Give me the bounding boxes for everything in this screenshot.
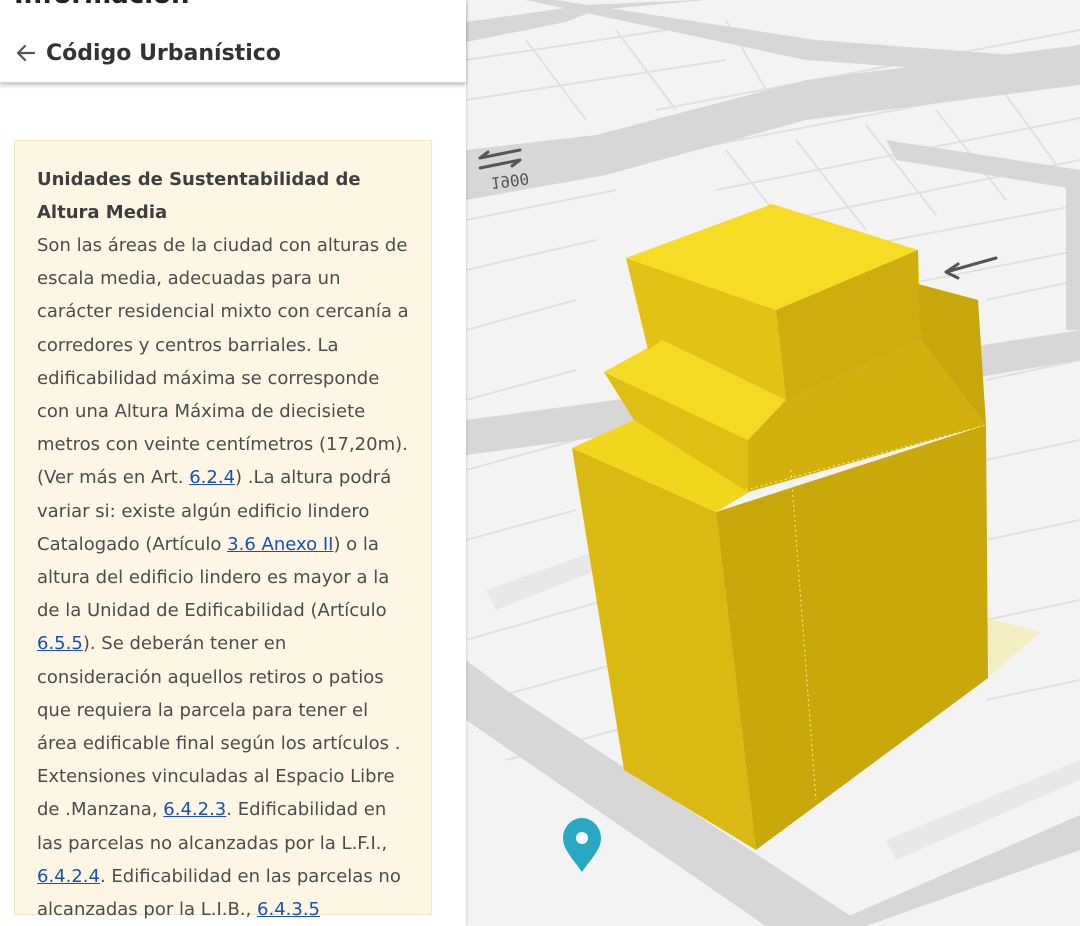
article-link-6-5-5[interactable]: 6.5.5 (37, 633, 83, 654)
article-link-6-4-2-3[interactable]: 6.4.2.3 (163, 799, 226, 820)
article-link-6-4-2-4[interactable]: 6.4.2.4 (37, 866, 100, 887)
article-link-6-2-4[interactable]: 6.2.4 (189, 467, 235, 488)
article-link-3-6-anexo-ii[interactable]: 3.6 Anexo II (227, 534, 333, 555)
panel-title: Información (14, 0, 190, 10)
panel-header: Información Código Urbanístico (0, 0, 466, 83)
map-canvas[interactable]: 1900 (466, 0, 1080, 926)
back-button[interactable]: Código Urbanístico (14, 36, 281, 70)
map-view[interactable]: 1900 (466, 0, 1080, 926)
article-link-6-4-3-5[interactable]: 6.4.3.5 (257, 899, 320, 920)
body-text: ). Se deberán tener en consideración aqu… (37, 633, 401, 821)
section-title: Código Urbanístico (46, 40, 281, 66)
info-panel: Información Código Urbanístico Unidades … (0, 0, 466, 926)
zoning-info-card: Unidades de Sustentabilidad de Altura Me… (14, 140, 432, 920)
card-heading: Unidades de Sustentabilidad de Altura Me… (37, 169, 361, 223)
card-body: Son las áreas de la ciudad con alturas d… (37, 229, 413, 926)
arrow-left-icon (16, 44, 36, 62)
body-text: Son las áreas de la ciudad con alturas d… (37, 235, 409, 489)
